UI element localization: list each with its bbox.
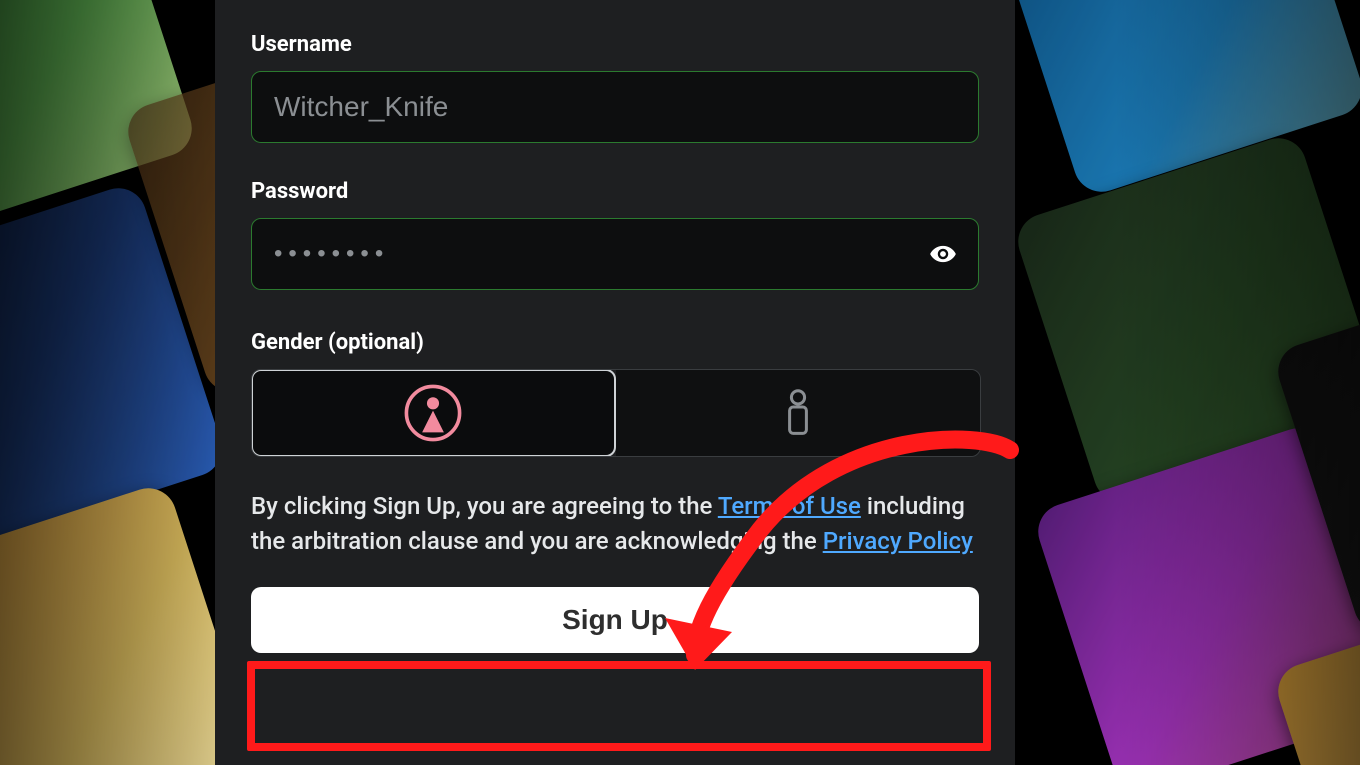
gender-female-button[interactable] (251, 369, 616, 457)
username-input[interactable] (251, 71, 979, 143)
gender-toggle (251, 369, 981, 457)
terms-of-use-link[interactable]: Terms of Use (718, 492, 861, 520)
gender-male-button[interactable] (616, 370, 981, 456)
female-icon (404, 384, 462, 442)
password-input[interactable] (251, 218, 979, 290)
male-icon (778, 389, 818, 437)
privacy-policy-link[interactable]: Privacy Policy (823, 527, 973, 555)
toggle-password-visibility[interactable] (929, 240, 957, 268)
password-field-wrap (251, 218, 979, 290)
username-label: Username (251, 32, 979, 57)
gender-label: Gender (optional) (251, 330, 979, 355)
terms-text: By clicking Sign Up, you are agreeing to… (251, 489, 979, 559)
password-label: Password (251, 179, 979, 204)
eye-icon (929, 240, 957, 268)
signup-panel: Username Password Gender (optional) (215, 0, 1015, 765)
username-field-wrap (251, 71, 979, 143)
terms-prefix: By clicking Sign Up, you are agreeing to… (251, 492, 718, 520)
signup-button[interactable]: Sign Up (251, 587, 979, 653)
